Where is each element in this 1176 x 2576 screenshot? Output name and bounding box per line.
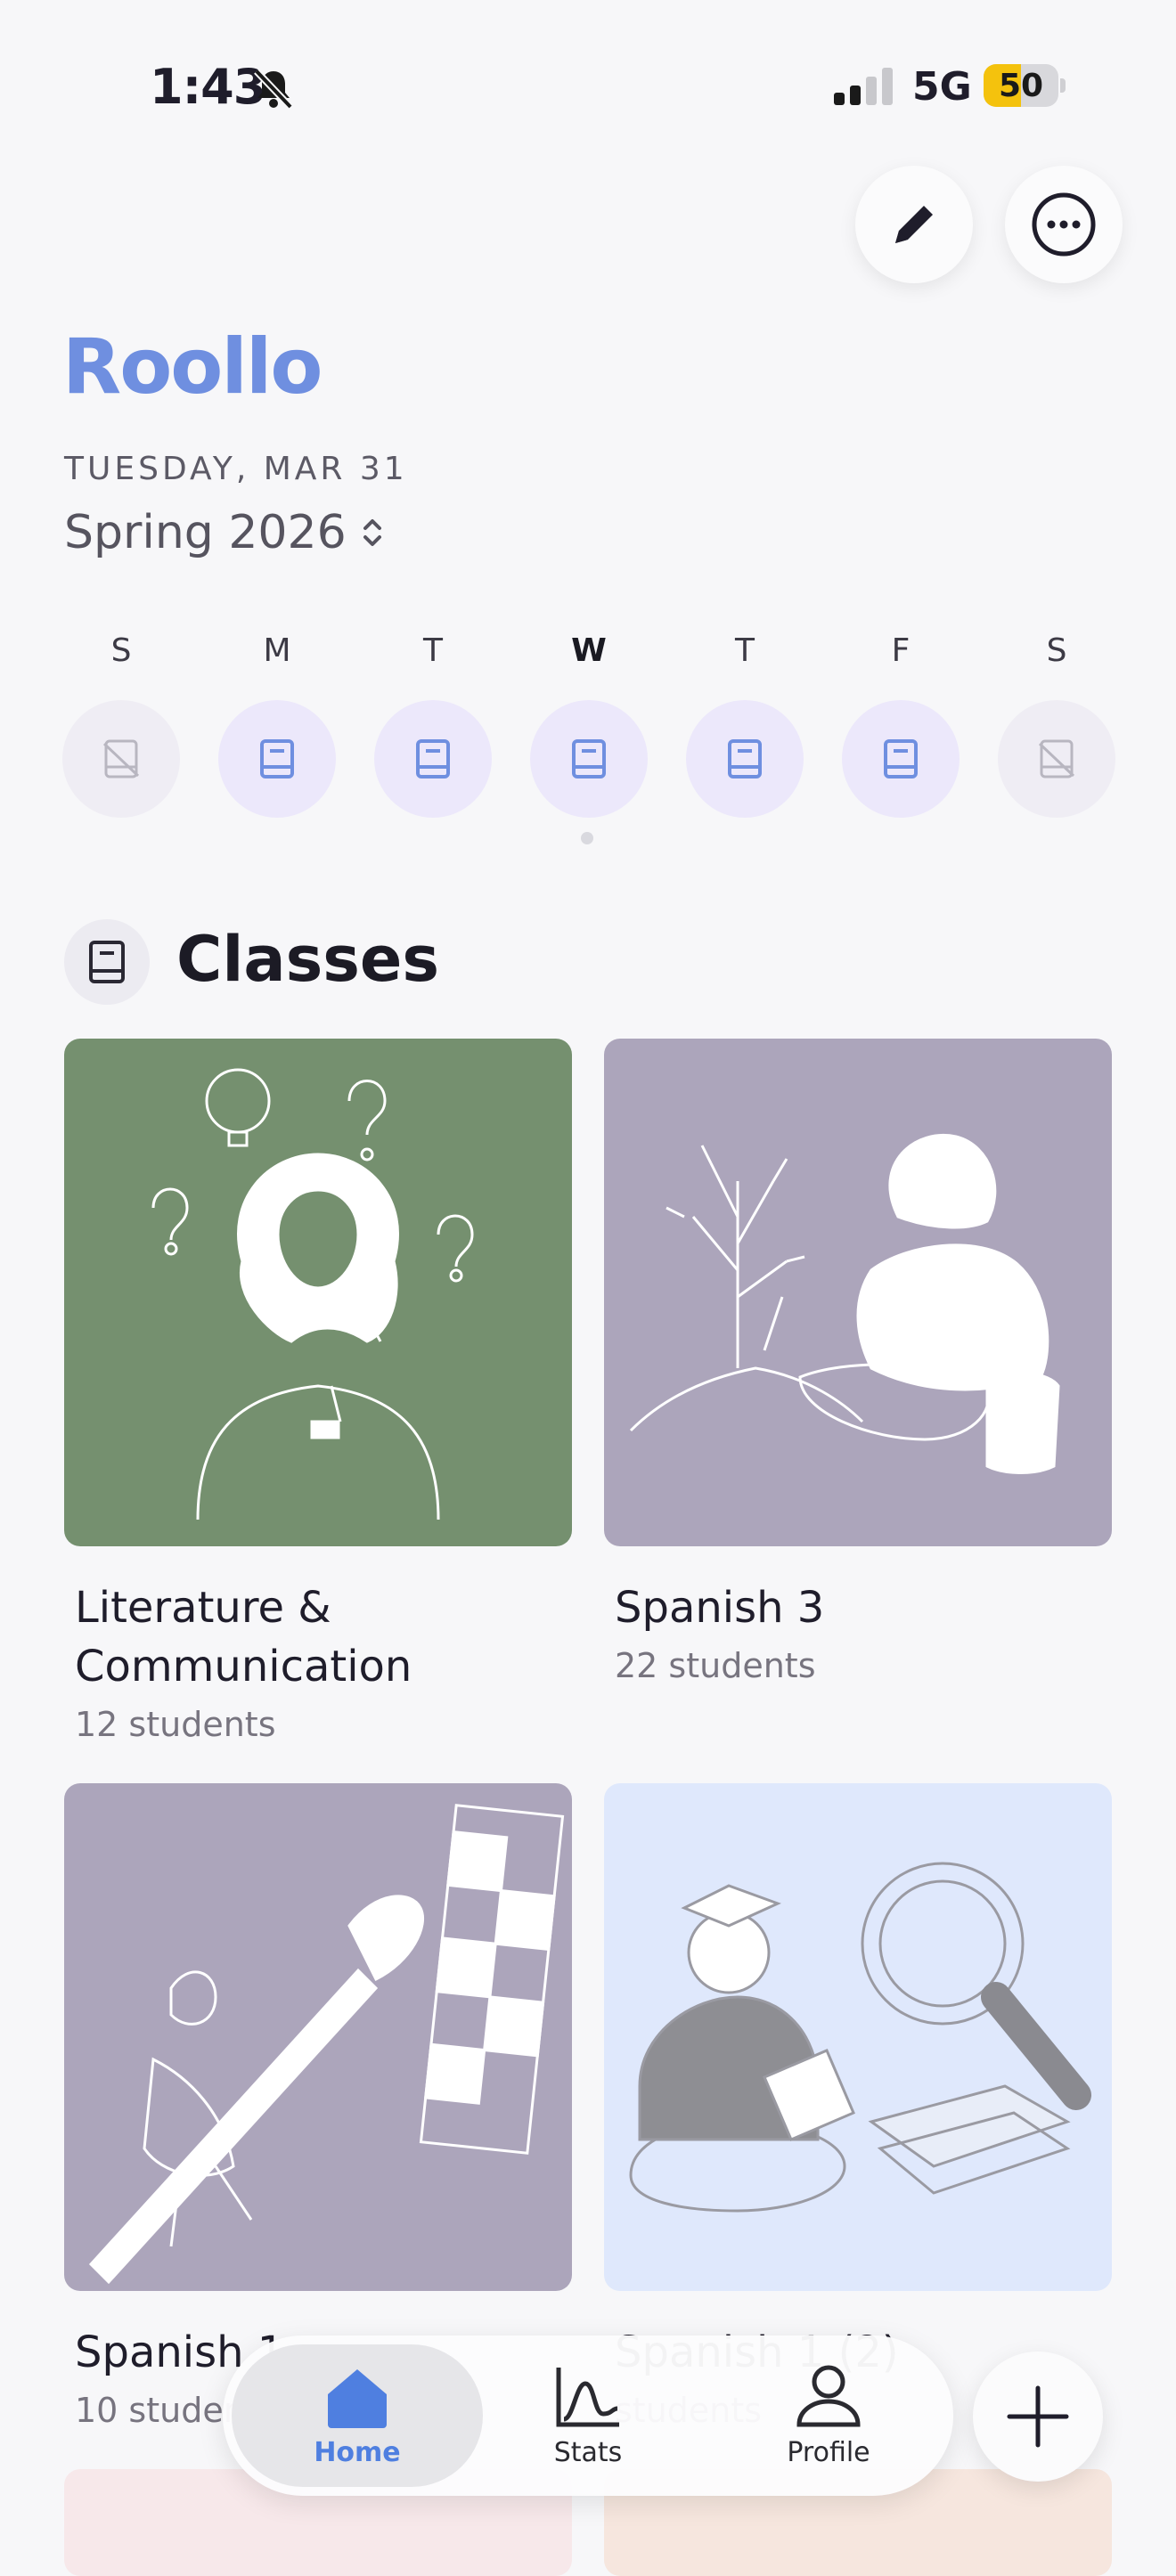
- class-illustration: [604, 1039, 1112, 1546]
- chart-icon: [556, 2367, 619, 2426]
- week-day[interactable]: T: [686, 632, 804, 818]
- battery-indicator: 50: [984, 64, 1066, 107]
- planting-tree-illustration: [604, 1039, 1112, 1546]
- week-day[interactable]: W: [530, 632, 648, 818]
- chevron-up-down-icon: [363, 519, 381, 546]
- class-day-indicator[interactable]: [842, 700, 960, 818]
- book-slash-icon: [102, 739, 140, 779]
- person-icon: [796, 2365, 861, 2426]
- class-day-indicator[interactable]: [374, 700, 492, 818]
- tab-profile[interactable]: Profile: [722, 2344, 935, 2487]
- status-time: 1:43: [150, 59, 266, 115]
- class-day-indicator[interactable]: [530, 700, 648, 818]
- week-day[interactable]: T: [374, 632, 492, 818]
- week-day[interactable]: S: [62, 632, 180, 818]
- signal-icon: [834, 68, 893, 105]
- tab-bar: Home Stats Profile: [223, 2336, 953, 2496]
- book-icon: [728, 739, 762, 779]
- thinking-person-illustration: [64, 1039, 572, 1546]
- weekday-letter: S: [110, 632, 132, 669]
- tab-label: Profile: [787, 2436, 870, 2468]
- book-icon: [884, 739, 918, 779]
- weekday-letter: T: [735, 632, 755, 669]
- class-illustration: [604, 1783, 1112, 2291]
- class-card[interactable]: Literature & Communication 12 students: [64, 1039, 572, 1744]
- class-day-indicator[interactable]: [218, 700, 336, 818]
- tab-label: Home: [314, 2436, 401, 2468]
- current-date: TUESDAY, MAR 31: [64, 451, 408, 487]
- book-icon: [572, 739, 606, 779]
- add-class-button[interactable]: [973, 2352, 1103, 2482]
- term-selector[interactable]: Spring 2026: [64, 506, 384, 559]
- weekday-letter: M: [263, 632, 291, 669]
- book-icon: [416, 739, 450, 779]
- class-student-count: 22 students: [615, 1646, 816, 1685]
- tab-stats[interactable]: Stats: [490, 2344, 686, 2487]
- painter-brush-illustration: [64, 1783, 572, 2291]
- class-card[interactable]: Spanish 3 22 students: [604, 1039, 1112, 1685]
- no-class-indicator[interactable]: [998, 700, 1115, 818]
- classes-section-icon: [64, 919, 150, 1005]
- book-icon: [260, 739, 294, 779]
- term-label: Spring 2026: [64, 506, 347, 559]
- bell-slash-icon: [254, 69, 293, 110]
- book-icon: [89, 941, 125, 983]
- class-card[interactable]: Spanish 1 10 students: [64, 1783, 572, 2430]
- battery-percent: 50: [998, 68, 1044, 104]
- weekday-letter: W: [571, 632, 607, 669]
- network-type: 5G: [912, 64, 972, 110]
- class-name: Spanish 3: [615, 1583, 825, 1633]
- week-day[interactable]: M: [218, 632, 336, 818]
- edit-button[interactable]: [855, 166, 973, 283]
- app-logo: Roollo: [62, 322, 323, 412]
- week-day[interactable]: F: [842, 632, 960, 818]
- weekday-letter: T: [423, 632, 443, 669]
- book-slash-icon: [1038, 739, 1075, 779]
- pencil-icon: [895, 206, 933, 243]
- weekday-letter: F: [891, 632, 911, 669]
- page-indicator-dot: [581, 832, 593, 844]
- plus-icon: [1007, 2385, 1069, 2448]
- house-icon: [328, 2368, 387, 2428]
- class-name: Literature & Communication: [75, 1583, 412, 1692]
- class-illustration: [64, 1039, 572, 1546]
- week-day[interactable]: S: [998, 632, 1115, 818]
- tab-home[interactable]: Home: [232, 2344, 483, 2487]
- tab-label: Stats: [553, 2436, 623, 2468]
- section-title: Classes: [176, 923, 440, 996]
- no-class-indicator[interactable]: [62, 700, 180, 818]
- more-button[interactable]: [1005, 166, 1123, 283]
- class-card[interactable]: Spanish 1 (2) students: [604, 1783, 1112, 2430]
- class-day-indicator[interactable]: [686, 700, 804, 818]
- weekday-letter: S: [1046, 632, 1067, 669]
- class-student-count: 12 students: [75, 1705, 276, 1744]
- class-illustration: [64, 1783, 572, 2291]
- graduate-reading-illustration: [604, 1783, 1112, 2291]
- ellipsis-circle-icon: [1032, 192, 1096, 257]
